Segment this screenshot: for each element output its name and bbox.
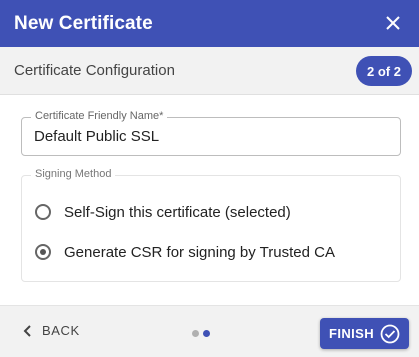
section-header: Certificate Configuration 2 of 2 bbox=[0, 47, 419, 95]
back-button[interactable]: BACK bbox=[22, 323, 80, 338]
friendly-name-input[interactable] bbox=[34, 128, 384, 145]
close-icon[interactable] bbox=[381, 11, 405, 35]
required-mark: * bbox=[159, 110, 164, 122]
step-dot bbox=[192, 330, 199, 337]
radio-button-generate-csr[interactable] bbox=[35, 244, 51, 260]
dialog-footer: BACK FINISH bbox=[0, 305, 419, 357]
section-title: Certificate Configuration bbox=[14, 62, 175, 79]
signing-method-legend: Signing Method bbox=[31, 168, 116, 180]
radio-button-self-sign[interactable] bbox=[35, 204, 51, 220]
check-circle-icon bbox=[380, 324, 400, 344]
step-badge: 2 of 2 bbox=[356, 56, 412, 86]
back-label: BACK bbox=[42, 323, 80, 338]
step-dots bbox=[192, 330, 214, 337]
radio-option-generate-csr[interactable]: Generate CSR for signing by Trusted CA bbox=[35, 241, 335, 263]
radio-option-self-sign[interactable]: Self-Sign this certificate (selected) bbox=[35, 201, 291, 223]
dialog-title: New Certificate bbox=[14, 12, 153, 34]
finish-button[interactable]: FINISH bbox=[320, 318, 409, 349]
friendly-name-field: Certificate Friendly Name* bbox=[21, 110, 401, 156]
chevron-left-icon bbox=[22, 324, 34, 337]
radio-label-self-sign: Self-Sign this certificate (selected) bbox=[64, 203, 291, 221]
finish-label: FINISH bbox=[328, 326, 374, 341]
step-dot-active bbox=[203, 330, 210, 337]
dialog-header: New Certificate bbox=[0, 0, 419, 47]
radio-label-generate-csr: Generate CSR for signing by Trusted CA bbox=[64, 243, 335, 261]
friendly-name-label: Certificate Friendly Name* bbox=[31, 110, 168, 122]
signing-method-group: Signing Method Self-Sign this certificat… bbox=[21, 168, 401, 282]
